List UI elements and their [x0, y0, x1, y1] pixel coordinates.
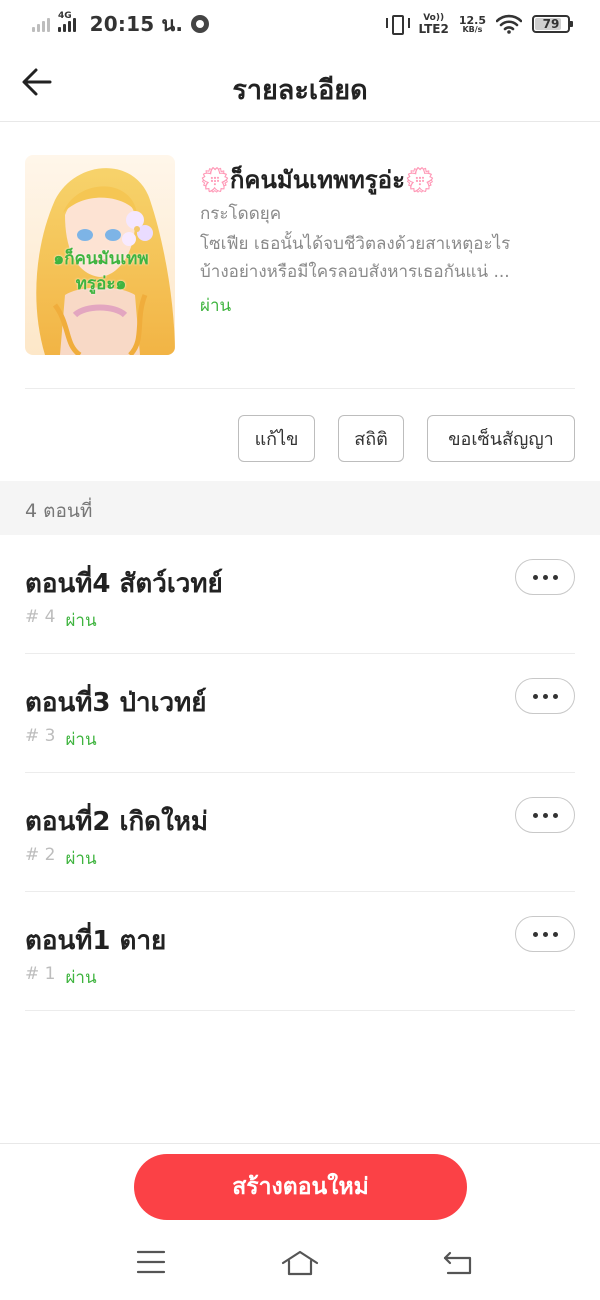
story-title: 💮ก็คนมันเทพทรูอ่ะ💮 [200, 166, 435, 194]
episode-status: ผ่าน [65, 968, 97, 988]
episode-title: ตอนที่2 เกิดใหม่ [25, 807, 209, 837]
speed-value: 12.5 [458, 13, 486, 27]
episode-meta: # 1 ผ่าน [25, 964, 97, 991]
more-horizontal-icon [532, 574, 538, 580]
cover-caption-line1: ๑ก็คนมันเทพ [53, 249, 149, 269]
episodes-count: 4 ตอนที่ [25, 500, 93, 522]
episode-item[interactable]: ตอนที่1 ตาย # 1 ผ่าน [25, 892, 575, 1011]
episode-title: ตอนที่4 สัตว์เวทย์ [25, 569, 223, 599]
episodes-section-header: 4 ตอนที่ [0, 481, 600, 535]
more-horizontal-icon [532, 693, 538, 699]
more-horizontal-icon [532, 812, 538, 818]
status-bar: 4G 20:15 น. Vo)) LTE2 12.5 KB/s 79 [0, 0, 600, 48]
episode-meta: # 4 ผ่าน [25, 607, 97, 634]
status-right: Vo)) LTE2 12.5 KB/s 79 [386, 10, 573, 38]
menu-icon[interactable] [136, 1249, 166, 1275]
story-genre: กระโดดยุค [200, 204, 282, 224]
episode-title: ตอนที่3 ป่าเวทย์ [25, 688, 207, 718]
request-contract-button[interactable]: ขอเซ็นสัญญา [427, 415, 575, 462]
episode-status: ผ่าน [65, 730, 97, 750]
status-time: 20:15 น. [89, 12, 184, 36]
volte-indicator: Vo)) LTE2 [418, 13, 449, 36]
episode-item[interactable]: ตอนที่2 เกิดใหม่ # 2 ผ่าน [25, 773, 575, 892]
episode-more-button[interactable] [515, 559, 575, 595]
battery-icon: 79 [532, 15, 573, 33]
episode-number: # 2 [25, 845, 56, 865]
episode-meta: # 2 ผ่าน [25, 845, 97, 872]
episode-status: ผ่าน [65, 611, 97, 631]
story-description: โซเฟีย เธอนั้นได้จบชีวิตลงด้วยสาเหตุอะไร… [200, 230, 575, 286]
more-horizontal-icon [532, 931, 538, 937]
app-header: รายละเอียด [0, 48, 600, 122]
page-title: รายละเอียด [232, 75, 368, 106]
wifi-icon [496, 14, 522, 34]
battery-level: 79 [542, 17, 560, 31]
episode-number: # 3 [25, 726, 56, 746]
speed-unit: KB/s [462, 24, 483, 34]
episode-more-button[interactable] [515, 916, 575, 952]
story-status: ผ่าน [200, 296, 232, 316]
stats-button[interactable]: สถิติ [338, 415, 404, 462]
bottom-bar: สร้างตอนใหม่ [0, 1143, 600, 1300]
episode-meta: # 3 ผ่าน [25, 726, 97, 753]
edit-button[interactable]: แก้ไข [238, 415, 315, 462]
cover-caption: ๑ก็คนมันเทพ ทรูอ่ะ๑ [27, 247, 175, 296]
episode-status: ผ่าน [65, 849, 97, 869]
network-speed: 12.5 KB/s [459, 15, 486, 34]
cover-caption-line2: ทรูอ่ะ๑ [75, 273, 127, 294]
create-episode-button[interactable]: สร้างตอนใหม่ [134, 1154, 467, 1220]
network-type: 4G [58, 11, 72, 21]
episode-item[interactable]: ตอนที่3 ป่าเวทย์ # 3 ผ่าน [25, 654, 575, 773]
chrome-icon [191, 15, 210, 33]
vibrate-icon [386, 14, 411, 35]
episode-more-button[interactable] [515, 797, 575, 833]
story-cover-image[interactable]: ๑ก็คนมันเทพ ทรูอ่ะ๑ [25, 155, 175, 355]
episode-number: # 1 [25, 964, 56, 984]
status-left: 4G 20:15 น. [32, 10, 210, 38]
episode-item[interactable]: ตอนที่4 สัตว์เวทย์ # 4 ผ่าน [25, 535, 575, 654]
divider [25, 388, 575, 389]
return-icon[interactable] [442, 1249, 474, 1277]
episode-more-button[interactable] [515, 678, 575, 714]
signal-sim1-icon [32, 16, 50, 32]
episode-number: # 4 [25, 607, 56, 627]
lte-label: LTE2 [418, 21, 449, 36]
story-description-line2: บ้างอย่างหรือมีใครลอบสังหารเธอกันแน่ ... [200, 262, 510, 282]
home-icon[interactable] [280, 1249, 320, 1277]
episode-title: ตอนที่1 ตาย [25, 926, 167, 956]
story-description-line1: โซเฟีย เธอนั้นได้จบชีวิตลงด้วยสาเหตุอะไร [200, 234, 511, 254]
